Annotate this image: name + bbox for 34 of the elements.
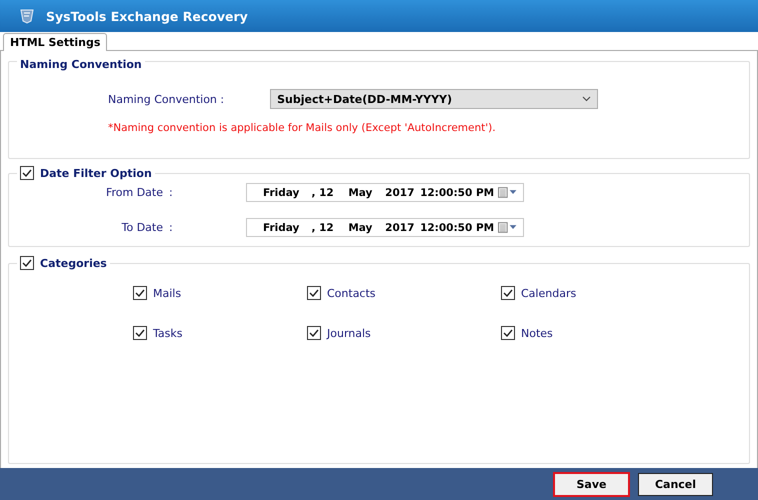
field-label: To Date: [120, 221, 164, 234]
checkbox[interactable]: [133, 286, 147, 300]
checkbox-label: Calendars: [521, 286, 576, 300]
dialog-button[interactable]: Save: [553, 472, 630, 496]
checkbox-label: Notes: [521, 326, 553, 340]
checkbox[interactable]: [133, 326, 147, 340]
colon-text: :: [169, 221, 174, 234]
window-title: SysTools Exchange Recovery: [46, 8, 248, 24]
checkbox-label: Contacts: [327, 286, 376, 300]
checkbox[interactable]: [501, 286, 515, 300]
app-logo-icon: [18, 8, 36, 24]
chevron-icon: [582, 96, 592, 102]
date-picker[interactable]: Friday , 12 May 2017 12:00:50 PM: [246, 183, 524, 202]
checkbox[interactable]: [20, 166, 34, 180]
field-label: Naming Convention :: [108, 92, 224, 106]
checkbox[interactable]: [20, 256, 34, 270]
colon-text: :: [169, 186, 174, 199]
group-title: Naming Convention: [20, 58, 142, 71]
checkbox[interactable]: [307, 286, 321, 300]
checkbox-label: Journals: [327, 326, 371, 340]
group-title: Categories: [40, 256, 107, 270]
checkbox-label: Mails: [153, 286, 182, 300]
group-title: Date Filter Option: [40, 166, 152, 180]
calendar-icon[interactable]: [498, 222, 518, 233]
naming-dropdown[interactable]: Subject+Date(DD-MM-YYYY): [270, 89, 598, 109]
checkbox[interactable]: [307, 326, 321, 340]
checkbox-label: Tasks: [153, 326, 182, 340]
date-picker[interactable]: Friday , 12 May 2017 12:00:50 PM: [246, 218, 524, 237]
field-label: From Date: [104, 186, 164, 199]
checkbox[interactable]: [501, 326, 515, 340]
dialog-button[interactable]: Cancel: [638, 472, 713, 496]
note-text: *Naming convention is applicable for Mails only (Except 'AutoIncrement').: [108, 122, 497, 134]
calendar-icon[interactable]: [498, 187, 518, 198]
tab[interactable]: HTML Settings: [3, 33, 108, 51]
